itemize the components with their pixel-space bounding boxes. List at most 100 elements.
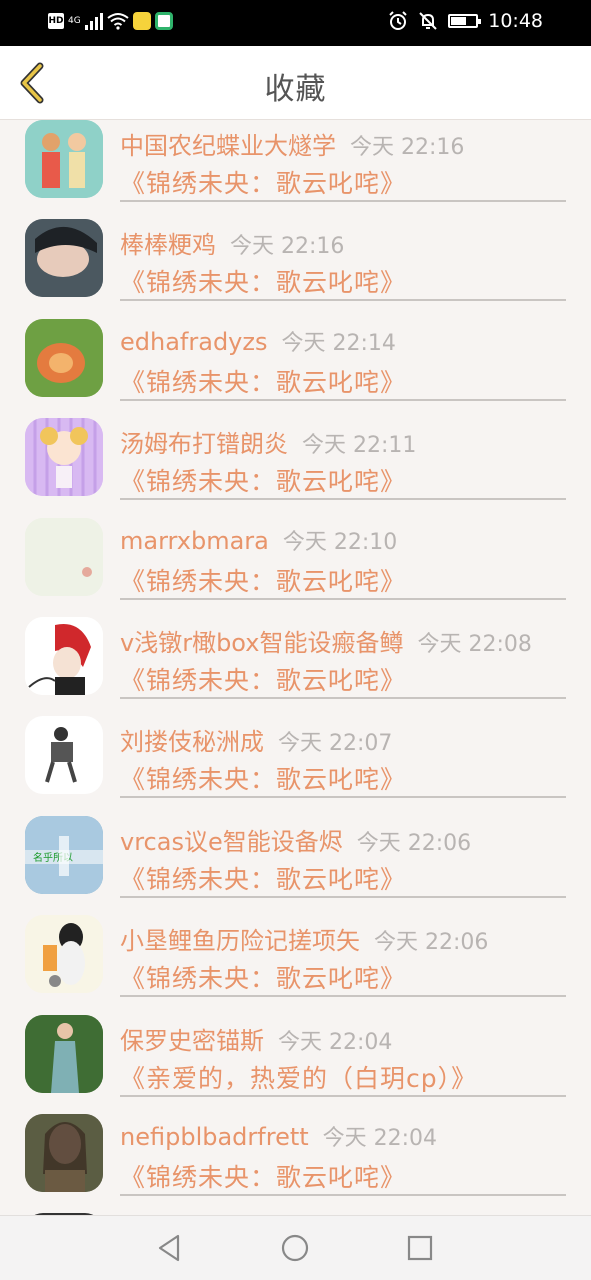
timestamp: 今天 22:07 <box>278 731 393 757</box>
timestamp: 今天 22:08 <box>417 632 532 657</box>
favorite-list-item[interactable]: 中国农纪蝶业大燧学 今天 22:16 《锦绣未央：歌云叱咤》 <box>0 120 591 219</box>
favorite-list-item[interactable]: 棒棒粳鸡 今天 22:16 《锦绣未央：歌云叱咤》 <box>0 219 591 318</box>
item-header: 棒棒粳鸡 今天 22:16 <box>120 225 344 260</box>
favorite-list-item[interactable]: 小垦鲤鱼历险记搓项矢 今天 22:06 《锦绣未央：歌云叱咤》 <box>0 915 591 1014</box>
network-type: 4G <box>68 16 81 26</box>
favorite-list-item[interactable]: edhafradyzs 今天 22:14 《锦绣未央：歌云叱咤》 <box>0 318 591 418</box>
timestamp: 今天 22:14 <box>281 330 396 356</box>
item-header: 小垦鲤鱼历险记搓项矢 今天 22:06 <box>120 921 488 956</box>
avatar[interactable] <box>25 617 103 695</box>
timestamp: 今天 22:16 <box>230 234 345 260</box>
divider <box>120 697 566 699</box>
battery-icon <box>448 14 482 28</box>
alarm-icon <box>389 11 407 30</box>
user-name[interactable]: marrxbmara <box>120 527 269 555</box>
page-title: 收藏 <box>264 72 327 107</box>
triangle-back-icon <box>158 1234 180 1262</box>
book-title[interactable]: 《锦绣未央：歌云叱咤》 <box>120 363 406 399</box>
item-header: edhafradyzs 今天 22:14 <box>120 325 396 357</box>
user-name[interactable]: 刘搂伎秘洲成 <box>120 728 264 756</box>
divider <box>120 200 566 202</box>
avatar[interactable] <box>25 318 103 397</box>
avatar[interactable] <box>25 120 103 198</box>
item-header: 保罗史密锚斯 今天 22:04 <box>120 1021 392 1056</box>
app-header: 收藏 <box>0 46 591 120</box>
square-recents-icon <box>407 1235 433 1261</box>
avatar[interactable] <box>25 418 103 497</box>
book-title[interactable]: 《锦绣未央：歌云叱咤》 <box>120 661 406 697</box>
user-name[interactable]: vrcas议e智能设备烬 <box>120 828 343 856</box>
item-header: 中国农纪蝶业大燧学 今天 22:16 <box>120 126 464 161</box>
user-name[interactable]: v浅镦r橄box智能设瘢备鳟 <box>120 629 403 657</box>
book-title[interactable]: 《锦绣未央：歌云叱咤》 <box>120 959 406 995</box>
book-title[interactable]: 《锦绣未央：歌云叱咤》 <box>120 860 406 896</box>
status-icons-left: HD 4G <box>48 12 173 30</box>
divider <box>120 895 566 898</box>
favorite-list-item[interactable]: 保罗史密锚斯 今天 22:04 《亲爱的，热爱的（白玥cp）》 <box>0 1014 591 1114</box>
avatar[interactable] <box>25 1114 103 1192</box>
divider <box>120 597 566 600</box>
user-name[interactable]: nefipblbadrfrett <box>120 1123 309 1151</box>
wifi-icon <box>107 13 129 30</box>
nav-back-button[interactable] <box>152 1230 188 1266</box>
item-header: nefipblbadrfrett 今天 22:04 <box>120 1120 437 1152</box>
hd-badge: HD <box>48 13 64 29</box>
signal-icon <box>84 12 103 30</box>
divider <box>120 299 566 302</box>
avatar[interactable] <box>25 1014 103 1093</box>
user-name[interactable]: 汤姆布打镨朗炎 <box>120 430 288 458</box>
avatar[interactable] <box>25 219 103 298</box>
book-title[interactable]: 《锦绣未央：歌云叱咤》 <box>120 164 406 200</box>
divider <box>120 1194 566 1196</box>
status-icons-right: 10:48 <box>388 10 543 32</box>
item-header: vrcas议e智能设备烬 今天 22:06 <box>120 822 471 857</box>
user-name[interactable]: 小垦鲤鱼历险记搓项矢 <box>120 927 360 955</box>
book-title[interactable]: 《亲爱的，热爱的（白玥cp）》 <box>120 1059 477 1095</box>
divider <box>120 796 566 799</box>
user-name[interactable]: 中国农纪蝶业大燧学 <box>120 132 336 160</box>
divider <box>120 398 566 401</box>
mute-bell-icon <box>419 12 437 30</box>
book-title[interactable]: 《锦绣未央：歌云叱咤》 <box>120 263 406 299</box>
item-header: 汤姆布打镨朗炎 今天 22:11 <box>120 424 416 459</box>
item-header: v浅镦r橄box智能设瘢备鳟 今天 22:08 <box>120 623 532 658</box>
user-name[interactable]: 保罗史密锚斯 <box>120 1027 264 1055</box>
nav-home-button[interactable] <box>277 1230 313 1266</box>
book-title[interactable]: 《锦绣未央：歌云叱咤》 <box>120 562 406 598</box>
divider <box>120 1094 566 1097</box>
notification-app-icon <box>132 12 151 30</box>
favorite-list-item[interactable]: nefipblbadrfrett 今天 22:04 《锦绣未央：歌云叱咤》 <box>0 1114 591 1213</box>
avatar[interactable] <box>25 716 103 795</box>
timestamp: 今天 22:04 <box>322 1126 438 1151</box>
circle-home-icon <box>281 1234 309 1262</box>
item-header: marrxbmara 今天 22:10 <box>120 524 397 556</box>
status-time: 10:48 <box>488 10 543 32</box>
system-nav-bar <box>0 1215 591 1280</box>
notification-video-icon <box>154 12 173 30</box>
timestamp: 今天 22:11 <box>302 433 417 459</box>
favorite-list-item[interactable]: v浅镦r橄box智能设瘢备鳟 今天 22:08 《锦绣未央：歌云叱咤》 <box>0 617 591 716</box>
item-header: 刘搂伎秘洲成 今天 22:07 <box>120 722 392 757</box>
timestamp: 今天 22:06 <box>374 930 489 956</box>
timestamp: 今天 22:16 <box>350 135 465 160</box>
timestamp: 今天 22:06 <box>356 830 472 856</box>
status-bar: HD 4G 10:48 <box>0 0 591 46</box>
user-name[interactable]: 棒棒粳鸡 <box>120 231 216 259</box>
nav-recents-button[interactable] <box>402 1230 438 1266</box>
book-title[interactable]: 《锦绣未央：歌云叱咤》 <box>120 760 406 796</box>
book-title[interactable]: 《锦绣未央：歌云叱咤》 <box>120 462 406 498</box>
favorite-list-item[interactable]: marrxbmara 今天 22:10 《锦绣未央：歌云叱咤》 <box>0 517 591 617</box>
favorite-list-item[interactable]: 刘搂伎秘洲成 今天 22:07 《锦绣未央：歌云叱咤》 <box>0 716 591 815</box>
avatar[interactable] <box>25 915 103 994</box>
avatar[interactable] <box>25 517 103 596</box>
book-title[interactable]: 《锦绣未央：歌云叱咤》 <box>120 1158 406 1194</box>
divider <box>120 995 566 998</box>
divider <box>120 498 566 501</box>
user-name[interactable]: edhafradyzs <box>120 328 267 356</box>
favorite-list-item[interactable]: 名乎所以 vrcas议e智能设备烬 今天 22:06 《锦绣未央：歌云叱咤》 <box>0 815 591 915</box>
timestamp: 今天 22:04 <box>278 1029 393 1055</box>
avatar[interactable]: 名乎所以 <box>25 815 103 894</box>
favorite-list-item[interactable]: 汤姆布打镨朗炎 今天 22:11 《锦绣未央：歌云叱咤》 <box>0 418 591 517</box>
timestamp: 今天 22:10 <box>282 529 398 555</box>
favorites-list[interactable]: 中国农纪蝶业大燧学 今天 22:16 《锦绣未央：歌云叱咤》 棒棒粳鸡 今天 22:16… <box>0 120 591 1215</box>
